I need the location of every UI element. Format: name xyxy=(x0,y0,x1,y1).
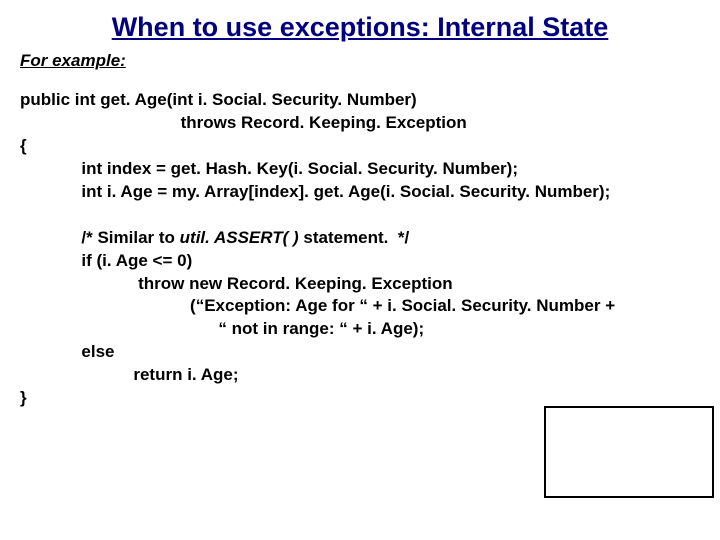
code-body-2: int i. Age = my. Array[index]. get. Age(… xyxy=(20,182,610,201)
code-comment-prefix: /* Similar to xyxy=(20,228,180,247)
code-body-1: int index = get. Hash. Key(i. Social. Se… xyxy=(20,159,518,178)
code-comment-italic: util. ASSERT( ) xyxy=(180,228,299,247)
code-open-brace: { xyxy=(20,136,27,155)
corner-box xyxy=(544,406,714,498)
code-close-brace: } xyxy=(20,388,27,407)
code-comment-suffix: statement. */ xyxy=(299,228,410,247)
code-throw: throw new Record. Keeping. Exception xyxy=(20,274,453,293)
code-throw-arg2: “ not in range: “ + i. Age); xyxy=(20,319,424,338)
code-signature-1: public int get. Age(int i. Social. Secur… xyxy=(20,90,417,109)
slide-title: When to use exceptions: Internal State xyxy=(0,0,720,43)
code-return: return i. Age; xyxy=(20,365,239,384)
code-block: public int get. Age(int i. Social. Secur… xyxy=(20,89,720,410)
example-label: For example: xyxy=(20,51,720,71)
code-signature-2: throws Record. Keeping. Exception xyxy=(20,113,467,132)
example-label-text: For example: xyxy=(20,51,126,70)
code-if: if (i. Age <= 0) xyxy=(20,251,192,270)
code-throw-arg1: (“Exception: Age for “ + i. Social. Secu… xyxy=(20,296,615,315)
code-else: else xyxy=(20,342,115,361)
